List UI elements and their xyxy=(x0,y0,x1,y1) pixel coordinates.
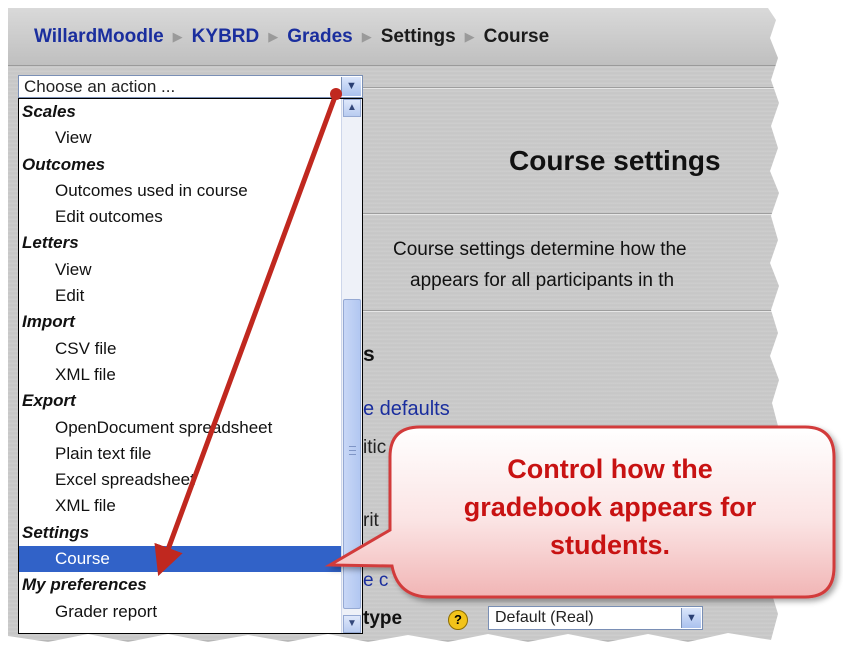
action-option[interactable]: Edit outcomes xyxy=(19,204,341,230)
breadcrumb-separator-icon: ▶ xyxy=(268,28,279,44)
breadcrumb-separator-icon: ▶ xyxy=(361,28,372,44)
page-title: Course settings xyxy=(509,145,721,176)
divider xyxy=(348,310,778,312)
action-option[interactable]: Course xyxy=(19,546,341,573)
grade-display-type-select[interactable]: Default (Real) ▼ xyxy=(488,606,703,630)
choose-action-select[interactable]: Choose an action ... ▼ xyxy=(18,75,363,98)
grade-display-type-label: type xyxy=(363,608,403,629)
callout-text: Control how the gradebook appears for st… xyxy=(400,450,820,564)
action-option[interactable]: CSV file xyxy=(19,336,341,362)
scroll-down-icon[interactable]: ▼ xyxy=(343,615,361,633)
optgroup-label: Export xyxy=(22,391,76,411)
callout-line: students. xyxy=(549,530,670,560)
scroll-up-icon[interactable]: ▲ xyxy=(343,99,361,117)
action-dropdown-list: Scales View Outcomes Outcomes used in cours… xyxy=(18,98,363,634)
setting-link-fragment[interactable]: e c xyxy=(363,570,388,592)
callout-line: gradebook appears for xyxy=(463,492,757,522)
choose-action-value: Choose an action ... xyxy=(24,77,176,96)
grade-display-type-value: Default (Real) xyxy=(495,609,594,626)
dropdown-scrollbar[interactable]: ▲ ▼ xyxy=(341,99,362,633)
divider xyxy=(348,87,778,89)
setting-label-fragment: itic xyxy=(363,437,387,458)
breadcrumb-current: Course xyxy=(483,25,550,47)
action-option[interactable]: Grader report xyxy=(19,599,341,625)
action-option[interactable]: XML file xyxy=(19,362,341,388)
action-option[interactable]: OpenDocument spreadsheet xyxy=(19,415,341,441)
action-option[interactable]: Excel spreadsheet xyxy=(19,467,341,493)
action-option[interactable]: View xyxy=(19,125,341,151)
optgroup-label: Settings xyxy=(22,522,90,542)
breadcrumb-link-grades[interactable]: Grades xyxy=(287,26,352,48)
optgroup-label: My preferences xyxy=(22,575,147,595)
breadcrumb-separator-icon: ▶ xyxy=(464,28,475,44)
action-option[interactable]: Plain text file xyxy=(19,441,341,467)
action-option[interactable]: Edit xyxy=(19,283,341,309)
chevron-down-icon: ▼ xyxy=(681,608,701,628)
breadcrumb: WillardMoodle ▶ KYBRD ▶ Grades ▶ Setting… xyxy=(8,8,779,66)
breadcrumb-link-site[interactable]: WillardMoodle xyxy=(34,26,164,48)
action-option[interactable]: Outcomes used in course xyxy=(19,178,341,204)
help-icon[interactable]: ? xyxy=(448,610,468,630)
action-option[interactable]: View xyxy=(19,257,341,283)
breadcrumb-link-course[interactable]: KYBRD xyxy=(192,26,260,48)
optgroup-label: Letters xyxy=(22,233,79,253)
breadcrumb-settings: Settings xyxy=(380,25,456,47)
optgroup-label: Scales xyxy=(22,102,76,121)
optgroup-label: Outcomes xyxy=(22,154,106,174)
page-description-line1: Course settings determine how the xyxy=(393,239,687,260)
page-description-line2: appears for all participants in th xyxy=(410,270,675,291)
action-option[interactable]: XML file xyxy=(19,493,341,519)
setting-label-fragment: rit xyxy=(363,510,379,531)
scrollbar-thumb[interactable] xyxy=(343,299,361,609)
divider xyxy=(348,213,778,215)
chevron-down-icon[interactable]: ▼ xyxy=(341,77,361,96)
optgroup-label: Import xyxy=(22,312,75,332)
breadcrumb-separator-icon: ▶ xyxy=(172,28,183,44)
reset-defaults-link[interactable]: e defaults xyxy=(363,398,450,421)
section-heading-fragment: s xyxy=(363,343,375,366)
callout-line: Control how the xyxy=(507,454,713,484)
action-options: Scales View Outcomes Outcomes used in cours… xyxy=(19,99,341,633)
